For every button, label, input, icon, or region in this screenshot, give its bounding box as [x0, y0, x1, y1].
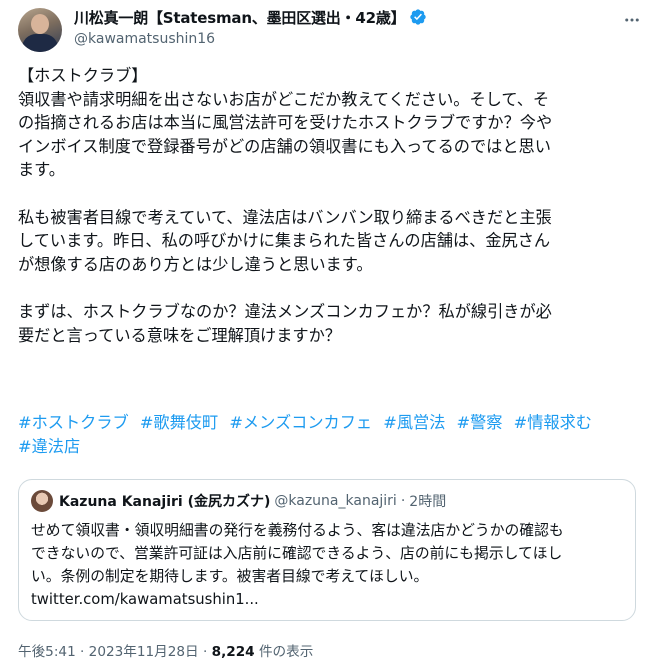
avatar-face [31, 14, 49, 34]
verified-badge-icon[interactable] [409, 8, 427, 26]
tweet: 川松真一朗【Statesman、墨田区選出・42歳】 @kawamatsushi… [0, 0, 666, 666]
quoted-author-handle: @kazuna_kanajiri [274, 493, 397, 509]
tweet-timestamp[interactable]: 午後5:41 · 2023年11月28日 · [18, 644, 212, 660]
view-count-label: 件の表示 [254, 644, 314, 660]
body-line: が想像する店のあり方とは少し違うと思います。 [18, 254, 373, 274]
author-handle[interactable]: @kawamatsushin16 [74, 31, 427, 47]
author-avatar[interactable] [18, 8, 62, 52]
body-line: の指摘されるお店は本当に風営法許可を受けたホストクラブですか？今や [18, 113, 553, 133]
quoted-tweet-header: Kazuna Kanajiri (金尻カズナ) @kazuna_kanajiri… [31, 489, 623, 513]
quoted-body-line: い。条例の制定を期待します。被害者目線で考えてほしい。 [31, 568, 429, 585]
body-line: 【ホストクラブ】 [18, 66, 148, 85]
hashtag-link[interactable]: #歌舞伎町 [140, 413, 218, 432]
tweet-meta: 午後5:41 · 2023年11月28日 · 8,224 件の表示 [18, 640, 313, 660]
body-line: まずは、ホストクラブなのか？違法メンズコンカフェか？私が線引きが必 [18, 301, 552, 321]
hashtag-link[interactable]: #警察 [457, 413, 503, 432]
quoted-tweet-body: せめて領収書・領収明細書の発行を義務付るよう、客は違法店かどうかの確認も できな… [31, 519, 623, 611]
display-name-row: 川松真一朗【Statesman、墨田区選出・42歳】 [74, 6, 427, 28]
hashtag-link[interactable]: #メンズコンカフェ [229, 413, 372, 432]
body-line: しています。昨日、私の呼びかけに集まられた皆さんの店舗は、金尻さん [18, 231, 551, 251]
author-display-name[interactable]: 川松真一朗【Statesman、墨田区選出・42歳】 [74, 7, 406, 28]
hashtag-link[interactable]: #ホストクラブ [18, 413, 129, 432]
hashtag-list: #ホストクラブ #歌舞伎町 #メンズコンカフェ #風営法 #警察 #情報求む #… [18, 411, 648, 459]
quoted-separator: · [400, 493, 406, 509]
body-line: ます。 [18, 160, 65, 180]
quoted-tweet[interactable]: Kazuna Kanajiri (金尻カズナ) @kazuna_kanajiri… [18, 479, 636, 621]
tweet-body: 【ホストクラブ】 領収書や請求明細を出さないお店がどこだか教えてください。そして… [18, 64, 638, 347]
hashtag-link[interactable]: #情報求む [514, 413, 592, 432]
body-line: インボイス制度で登録番号がどの店舗の領収書にも入ってるのではと思い [18, 136, 551, 156]
quoted-body-line: せめて領収書・領収明細書の発行を義務付るよう、客は違法店かどうかの確認も [31, 522, 564, 539]
body-line: 要だと言っている意味をご理解頂けますか？ [18, 325, 341, 345]
hashtag-link[interactable]: #風営法 [383, 413, 445, 432]
quoted-body-line: できないので、営業許可証は入店前に確認できるよう、店の前にも掲示してほし [31, 545, 563, 562]
view-count: 8,224 [211, 644, 255, 660]
body-line: 領収書や請求明細を出さないお店がどこだか教えてください。そして、そ [18, 89, 550, 109]
author-names: 川松真一朗【Statesman、墨田区選出・42歳】 @kawamatsushi… [74, 6, 427, 47]
body-line: 私も被害者目線で考えていて、違法店はバンバン取り締まるべきだと主張 [18, 207, 552, 227]
quoted-author-avatar [31, 490, 53, 512]
quoted-timestamp: 2時間 [409, 494, 447, 510]
hashtag-link[interactable]: #違法店 [18, 437, 80, 456]
quoted-author-name: Kazuna Kanajiri (金尻カズナ) [59, 494, 271, 510]
avatar-suit [22, 34, 58, 52]
quoted-link[interactable]: twitter.com/kawamatsushin1... [31, 588, 623, 611]
tweet-header: 川松真一朗【Statesman、墨田区選出・42歳】 @kawamatsushi… [18, 0, 650, 62]
more-options-icon[interactable] [622, 10, 642, 30]
